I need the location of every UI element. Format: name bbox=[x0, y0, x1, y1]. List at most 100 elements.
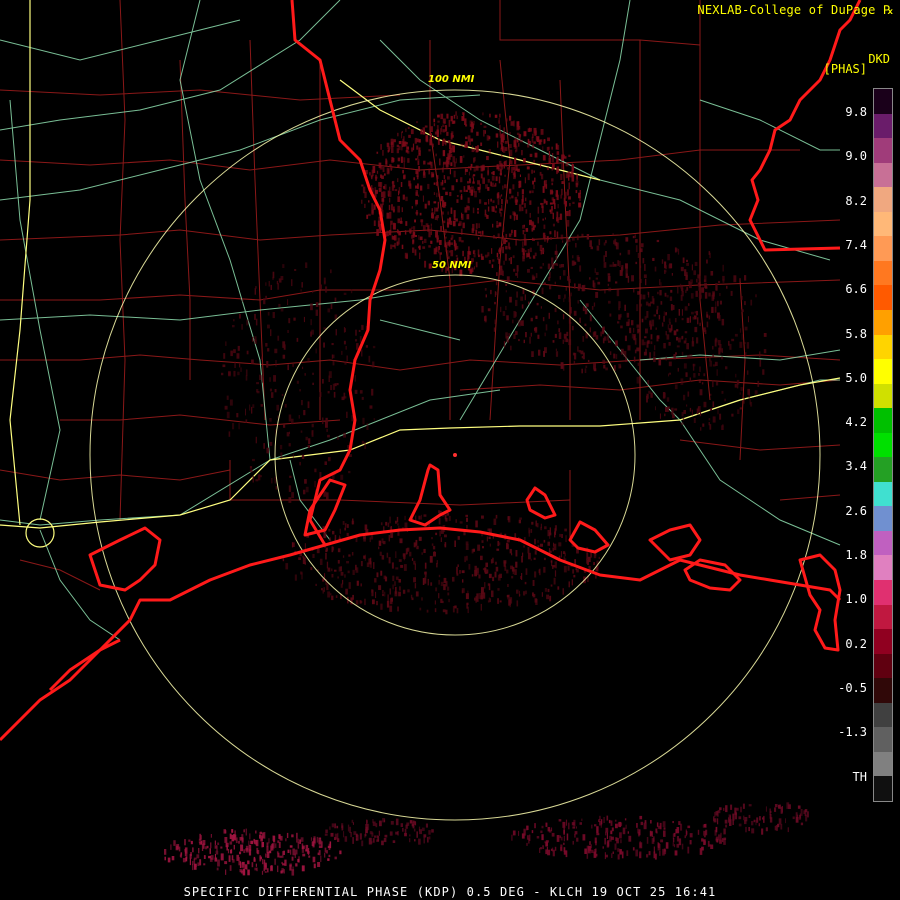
echo-speckle bbox=[528, 834, 531, 841]
echo-speckle bbox=[428, 168, 431, 175]
echo-speckle bbox=[465, 136, 468, 140]
echo-speckle bbox=[546, 236, 549, 241]
echo-speckle bbox=[449, 167, 451, 175]
echo-speckle bbox=[337, 548, 341, 553]
echo-speckle bbox=[529, 256, 532, 259]
echo-speckle bbox=[440, 598, 443, 603]
echo-speckle bbox=[484, 582, 486, 589]
echo-speckle bbox=[585, 303, 589, 307]
echo-speckle bbox=[581, 818, 583, 821]
echo-speckle bbox=[548, 312, 550, 319]
echo-speckle bbox=[449, 250, 451, 253]
echo-speckle bbox=[283, 869, 285, 874]
echo-speckle bbox=[739, 328, 742, 333]
echo-speckle bbox=[429, 136, 432, 141]
colorbar-swatch bbox=[874, 702, 892, 728]
echo-speckle bbox=[422, 240, 424, 244]
echo-speckle bbox=[691, 311, 694, 315]
echo-speckle bbox=[497, 588, 500, 591]
echo-speckle bbox=[497, 233, 500, 238]
echo-speckle bbox=[587, 359, 590, 362]
echo-speckle bbox=[670, 324, 673, 331]
echo-speckle bbox=[463, 155, 465, 158]
echo-speckle bbox=[164, 849, 167, 855]
echo-speckle bbox=[251, 359, 254, 364]
echo-speckle bbox=[539, 266, 543, 269]
echo-speckle bbox=[452, 120, 456, 124]
echo-speckle bbox=[792, 816, 795, 820]
echo-speckle bbox=[531, 274, 535, 281]
echo-speckle bbox=[199, 859, 202, 866]
echo-speckle bbox=[560, 174, 563, 180]
echo-speckle bbox=[745, 352, 747, 357]
echo-speckle bbox=[312, 382, 314, 385]
echo-speckle bbox=[378, 585, 382, 590]
echo-speckle bbox=[456, 608, 459, 614]
echo-speckle bbox=[229, 841, 233, 845]
echo-speckle bbox=[442, 118, 446, 124]
echo-speckle bbox=[315, 309, 318, 316]
echo-speckle bbox=[565, 287, 567, 291]
echo-speckle bbox=[475, 146, 478, 150]
echo-speckle bbox=[466, 602, 469, 605]
echo-speckle bbox=[691, 264, 693, 271]
echo-speckle bbox=[499, 542, 501, 546]
echo-speckle bbox=[256, 391, 260, 394]
echo-speckle bbox=[225, 869, 227, 875]
echo-speckle bbox=[277, 840, 280, 843]
echo-speckle bbox=[465, 124, 468, 127]
echo-speckle bbox=[251, 862, 254, 868]
echo-speckle bbox=[395, 551, 397, 558]
echo-speckle bbox=[409, 230, 412, 234]
echo-speckle bbox=[608, 819, 611, 824]
echo-speckle bbox=[653, 356, 656, 363]
echo-speckle bbox=[508, 242, 510, 249]
echo-speckle bbox=[505, 245, 508, 250]
echo-speckle bbox=[509, 548, 512, 554]
echo-speckle bbox=[594, 849, 596, 853]
echo-speckle bbox=[494, 301, 496, 305]
echo-speckle bbox=[265, 853, 267, 858]
echo-speckle bbox=[167, 857, 171, 863]
colorbar-tick-label: -1.3 bbox=[838, 725, 867, 740]
echo-speckle bbox=[415, 200, 417, 207]
echo-speckle bbox=[664, 413, 666, 417]
echo-speckle bbox=[662, 392, 666, 399]
echo-speckle bbox=[259, 831, 261, 838]
echo-speckle bbox=[429, 555, 433, 563]
echo-speckle bbox=[551, 832, 555, 837]
echo-speckle bbox=[240, 367, 242, 372]
echo-speckle bbox=[517, 271, 519, 278]
echo-speckle bbox=[769, 810, 772, 814]
echo-speckle bbox=[334, 856, 337, 860]
echo-speckle bbox=[527, 547, 530, 554]
echo-speckle bbox=[561, 534, 563, 538]
echo-speckle bbox=[355, 600, 359, 605]
echo-speckle bbox=[428, 149, 431, 152]
echo-speckle bbox=[332, 354, 335, 359]
echo-speckle bbox=[658, 314, 661, 320]
echo-speckle bbox=[386, 142, 390, 147]
echo-speckle bbox=[492, 259, 495, 262]
echo-speckle bbox=[642, 294, 646, 300]
echo-speckle bbox=[595, 277, 598, 280]
echo-speckle bbox=[280, 452, 283, 459]
echo-speckle bbox=[425, 136, 429, 143]
echo-speckle bbox=[522, 232, 525, 235]
echo-speckle bbox=[226, 395, 229, 400]
echo-speckle bbox=[324, 833, 328, 836]
echo-speckle bbox=[553, 577, 556, 585]
echo-speckle bbox=[687, 391, 690, 397]
echo-speckle bbox=[495, 133, 499, 138]
echo-speckle bbox=[229, 833, 232, 839]
echo-speckle bbox=[805, 814, 808, 822]
echo-speckle bbox=[555, 351, 559, 357]
echo-speckle bbox=[424, 577, 427, 584]
echo-speckle bbox=[470, 128, 474, 133]
echo-speckle bbox=[470, 189, 474, 196]
echo-speckle bbox=[689, 840, 692, 845]
echo-speckle bbox=[494, 291, 496, 297]
echo-speckle bbox=[561, 188, 563, 196]
echo-speckle bbox=[552, 212, 554, 220]
echo-speckle bbox=[565, 819, 568, 826]
